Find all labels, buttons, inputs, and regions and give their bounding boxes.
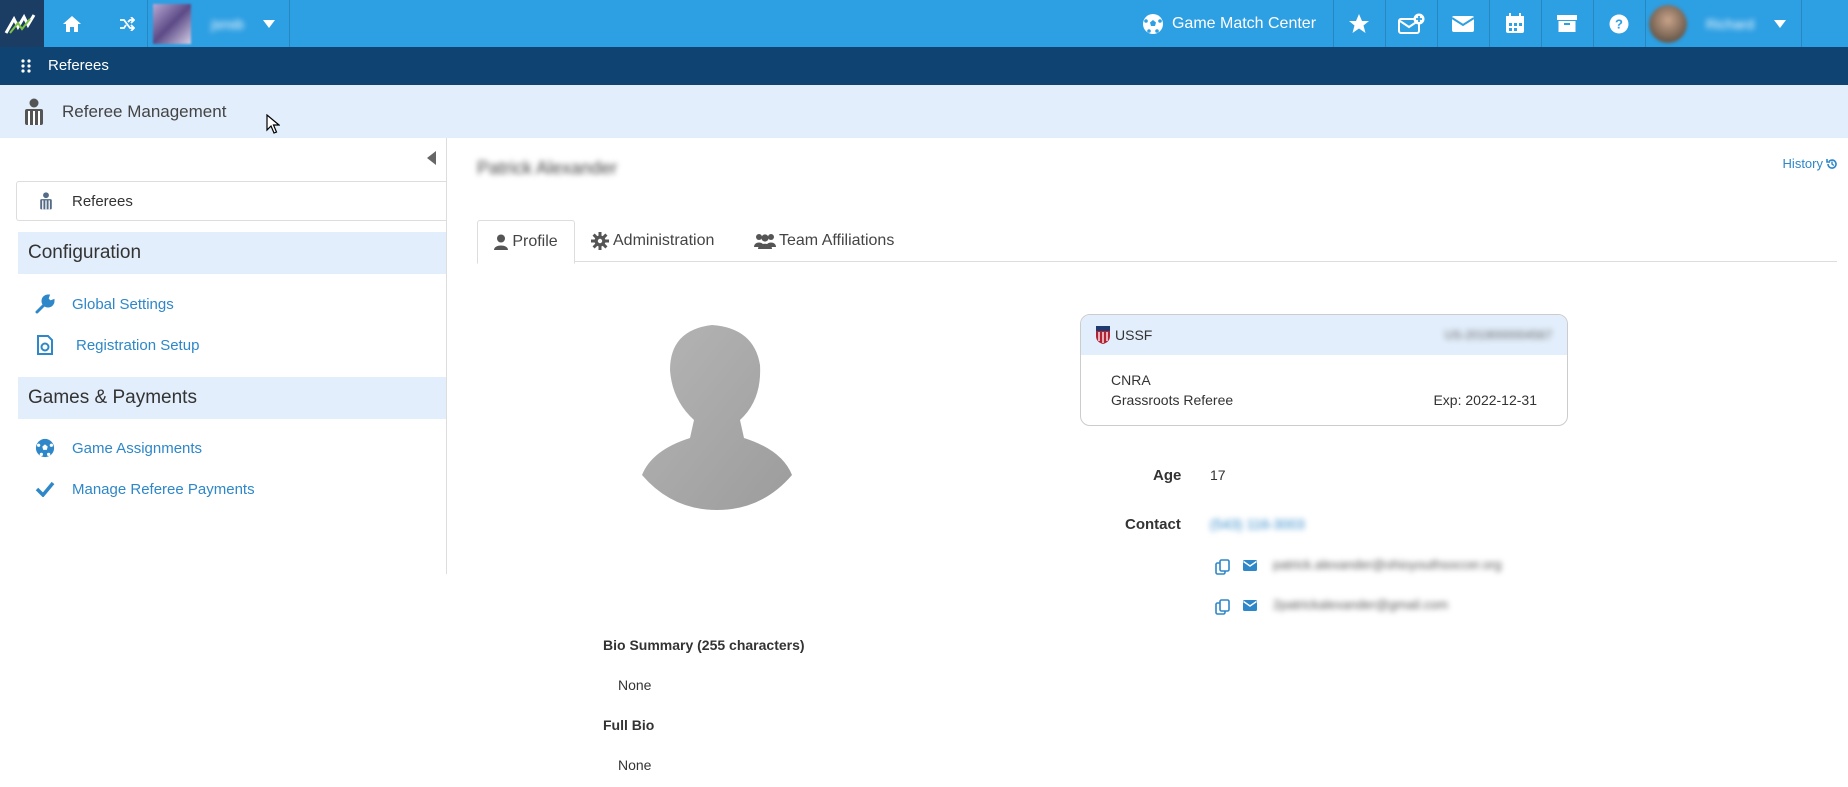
compose-message-button[interactable]: [1386, 0, 1436, 47]
license-grade: CNRA: [1111, 372, 1151, 388]
checkmark-icon: [35, 481, 55, 497]
referee-icon: [25, 98, 43, 125]
help-button[interactable]: ?: [1594, 0, 1644, 47]
full-bio-label: Full Bio: [603, 717, 655, 733]
sidebar-item-label: Manage Referee Payments: [72, 480, 255, 498]
tab-label: Profile: [512, 233, 558, 250]
sidebar-item-game-assignments[interactable]: Game Assignments: [30, 435, 202, 461]
license-card: USSF US-2019000004567 CNRA Grassroots Re…: [1080, 314, 1568, 426]
history-icon: [1826, 158, 1837, 169]
sidebar-item-label: Referees: [72, 192, 133, 210]
chevron-down-icon: [263, 19, 275, 28]
email-primary[interactable]: patrick.alexander@ohioyouthsoccer.org: [1273, 557, 1502, 572]
referee-name: Patrick Alexander: [477, 158, 618, 178]
envelope-icon: [1451, 15, 1475, 32]
calendar-icon: [1506, 13, 1524, 33]
tab-label: Administration: [613, 232, 715, 249]
shuffle-icon: [120, 16, 135, 31]
full-bio-value: None: [618, 757, 652, 773]
calendar-button[interactable]: [1490, 0, 1540, 47]
profile-photo-placeholder: [642, 325, 792, 510]
registration-doc-icon: [37, 335, 53, 355]
tab-administration[interactable]: Administration: [591, 220, 714, 262]
envelope-plus-icon: [1398, 13, 1425, 34]
favorites-button[interactable]: [1334, 0, 1384, 47]
svg-text:?: ?: [1615, 16, 1623, 31]
module-bar: Referees: [0, 47, 1848, 85]
envelope-icon[interactable]: [1243, 560, 1257, 571]
module-title[interactable]: Referees: [48, 57, 109, 74]
help-icon: ?: [1609, 14, 1629, 33]
history-label: History: [1782, 156, 1823, 171]
grid-menu-icon[interactable]: [21, 59, 31, 73]
user-name[interactable]: Richard: [1700, 0, 1760, 47]
tab-label: Team Affiliations: [779, 232, 895, 249]
mouse-cursor-icon: [266, 114, 280, 134]
envelope-icon[interactable]: [1243, 600, 1257, 611]
age-label: Age: [1153, 467, 1182, 484]
copy-icon[interactable]: [1215, 559, 1231, 575]
license-id: US-2019000004567: [1444, 328, 1552, 342]
gear-icon: [591, 232, 609, 250]
section-title: Configuration: [28, 242, 142, 263]
sidebar: Referees Configuration Global Settings R…: [0, 138, 447, 574]
switch-account-button[interactable]: [112, 0, 142, 47]
account-dropdown-caret[interactable]: [258, 0, 280, 47]
logo-icon: [4, 13, 36, 34]
bio-summary-value: None: [618, 677, 652, 693]
page-header: Referee Management: [0, 85, 1848, 138]
users-icon: [754, 234, 776, 249]
chevron-down-icon: [1774, 19, 1786, 28]
account-avatar[interactable]: [152, 0, 192, 47]
sidebar-item-manage-referee-payments[interactable]: Manage Referee Payments: [30, 476, 255, 502]
collapse-sidebar-icon[interactable]: [427, 151, 436, 165]
app-logo[interactable]: [0, 0, 44, 47]
soccer-ball-icon: [35, 438, 55, 458]
contact-label: Contact: [1125, 516, 1181, 533]
sidebar-item-label: Global Settings: [72, 295, 174, 313]
section-games-payments: Games & Payments: [18, 377, 446, 419]
sidebar-item-referees[interactable]: Referees: [16, 181, 446, 221]
account-name[interactable]: jsnsb: [200, 0, 255, 47]
age-value: 17: [1210, 467, 1226, 483]
home-icon: [63, 15, 81, 32]
sidebar-item-global-settings[interactable]: Global Settings: [30, 291, 174, 317]
copy-icon[interactable]: [1215, 599, 1231, 615]
phone-value[interactable]: (543) 116-3003: [1210, 516, 1305, 532]
game-match-center-label: Game Match Center: [1171, 14, 1317, 32]
home-button[interactable]: [52, 0, 92, 47]
sidebar-item-label: Game Assignments: [72, 439, 203, 457]
soccer-ball-icon: [1142, 13, 1163, 34]
license-org: USSF: [1115, 327, 1153, 343]
tab-profile[interactable]: Profile: [477, 220, 575, 264]
star-icon: [1349, 14, 1369, 33]
email-secondary[interactable]: 2patrickalexander@gmail.com: [1273, 597, 1448, 612]
ussf-crest-icon: [1096, 326, 1110, 344]
archive-icon: [1557, 15, 1577, 32]
referee-icon: [40, 192, 52, 210]
section-configuration: Configuration: [18, 232, 446, 274]
bio-summary-label: Bio Summary (255 characters): [603, 637, 805, 653]
archive-button[interactable]: [1542, 0, 1592, 47]
license-expiry: Exp: 2022-12-31: [1433, 392, 1537, 408]
user-avatar[interactable]: [1648, 0, 1688, 47]
top-navbar: jsnsb Game Match Center ? Richard: [0, 0, 1848, 47]
sidebar-item-registration-setup[interactable]: Registration Setup: [30, 332, 199, 358]
history-link[interactable]: History: [1783, 156, 1838, 171]
user-menu-caret[interactable]: [1769, 0, 1791, 47]
user-icon: [494, 234, 509, 250]
page-title: Referee Management: [62, 102, 227, 121]
wrench-icon: [35, 294, 55, 314]
license-level: Grassroots Referee: [1111, 392, 1234, 408]
tab-team-affiliations[interactable]: Team Affiliations: [754, 220, 894, 262]
game-match-center-button[interactable]: Game Match Center: [1134, 0, 1324, 47]
messages-button[interactable]: [1438, 0, 1488, 47]
sidebar-item-label: Registration Setup: [76, 336, 200, 354]
section-title: Games & Payments: [28, 387, 197, 408]
